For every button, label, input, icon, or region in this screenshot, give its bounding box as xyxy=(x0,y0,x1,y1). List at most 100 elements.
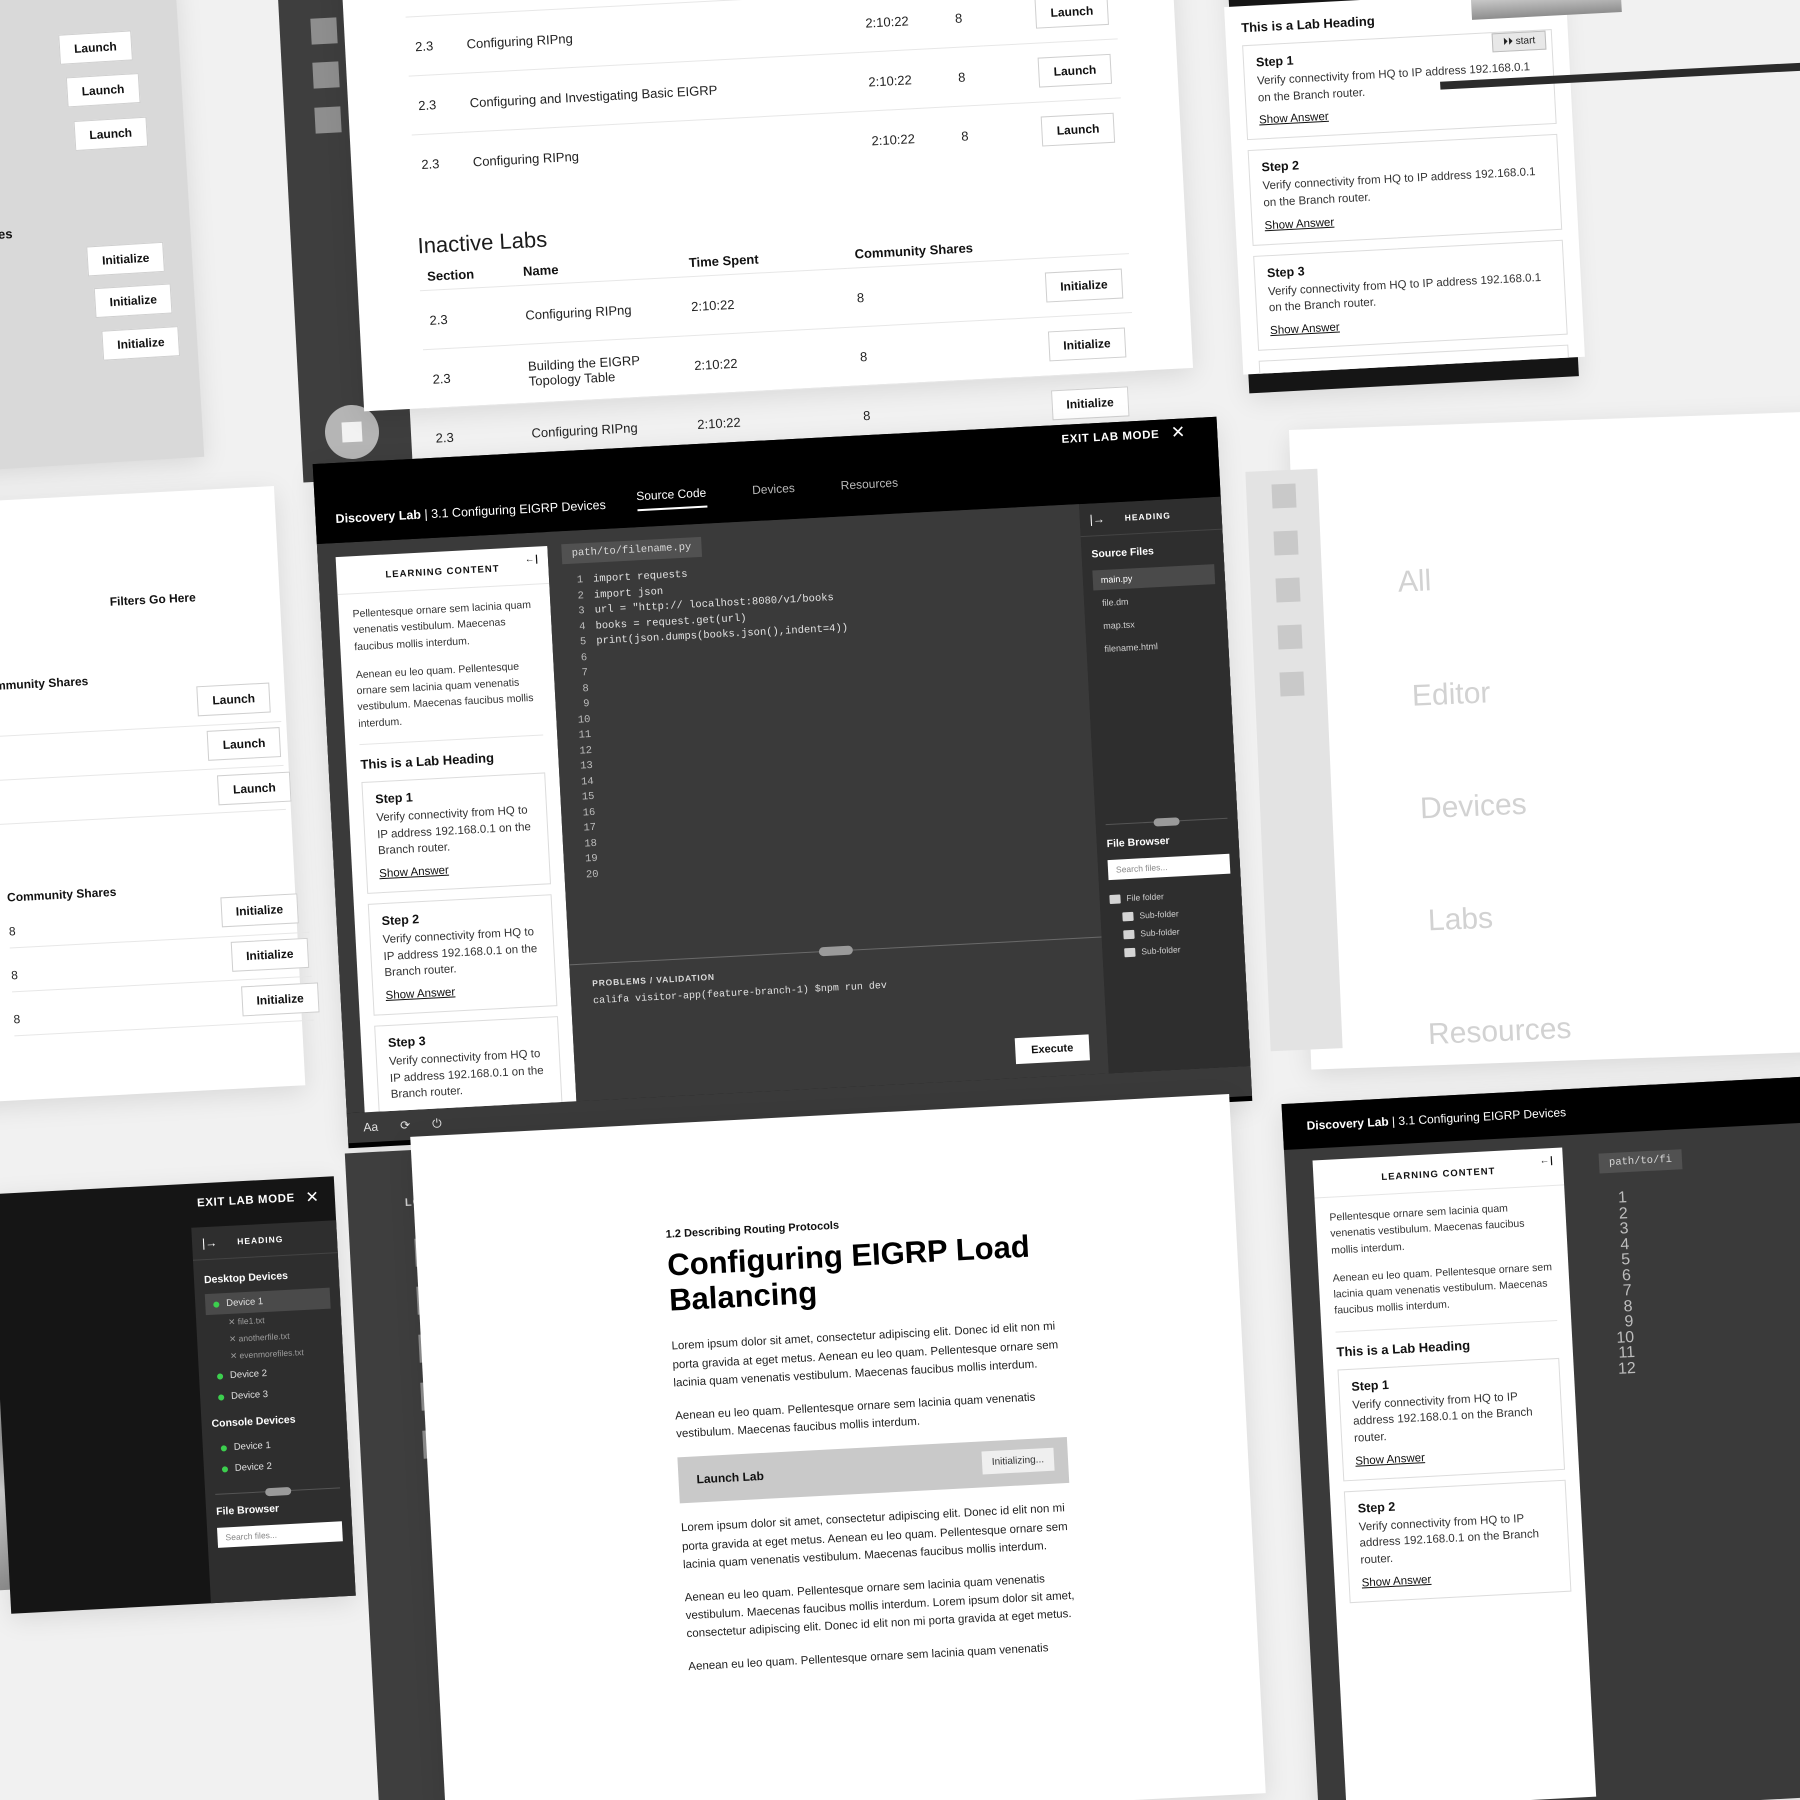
launch-button[interactable]: Launch xyxy=(1037,53,1113,88)
device-label: Device 1 xyxy=(233,1439,272,1453)
lab-step: Step 2 Verify connectivity from HQ to IP … xyxy=(1247,134,1563,246)
launch-button[interactable]: Launch xyxy=(1041,112,1116,147)
cell-section: 2.3 xyxy=(408,73,464,135)
collapse-panel-icon[interactable]: ←| xyxy=(525,553,540,565)
launch-button[interactable]: Launch xyxy=(65,73,141,108)
line-number: 12 xyxy=(579,744,593,758)
cell-shares: 8 xyxy=(948,45,987,107)
search-files-input[interactable]: Search files... xyxy=(1107,853,1231,881)
ide-title: Discovery Lab | 3.1 Configuring EIGRP De… xyxy=(335,498,606,526)
nav-filter-card xyxy=(1289,410,1800,1070)
splitter-grip-icon[interactable] xyxy=(818,945,853,957)
line-number: 5 xyxy=(579,636,587,649)
learning-content-title: LEARNING CONTENT xyxy=(385,563,500,581)
source-file-item[interactable]: map.tsx xyxy=(1095,610,1218,636)
line-number: 20 xyxy=(585,868,599,881)
launch-lab-box[interactable]: Initializing... Launch Lab xyxy=(677,1437,1070,1504)
source-file-item[interactable]: file.dm xyxy=(1094,587,1217,613)
show-answer-link[interactable]: Show Answer xyxy=(1355,1452,1425,1468)
initialize-button[interactable]: Initialize xyxy=(230,937,310,972)
launch-button[interactable]: Launch xyxy=(73,116,148,152)
cell-time: 2:10:22 xyxy=(684,327,854,395)
initialize-button[interactable]: Initialize xyxy=(86,241,166,277)
exit-lab-mode-button[interactable]: EXIT LAB MODE xyxy=(197,1192,295,1209)
lab-step-body: Verify connectivity from HQ to IP addres… xyxy=(382,926,538,980)
nav-item-editor[interactable]: Editor xyxy=(1411,676,1491,713)
ide-title-main: 3.1 Configuring EIGRP Devices xyxy=(430,497,607,522)
close-icon[interactable]: ✕ xyxy=(305,1187,319,1208)
show-answer-link[interactable]: Show Answer xyxy=(1270,322,1340,338)
folder-label: Sub-folder xyxy=(1141,944,1181,957)
nav-item-labs[interactable]: Labs xyxy=(1427,902,1493,939)
expand-panel-icon[interactable]: |→ xyxy=(202,1235,218,1250)
initialize-button[interactable]: Initialize xyxy=(1047,327,1127,362)
share-count: 8 xyxy=(13,1012,21,1027)
launch-button[interactable]: Launch xyxy=(1034,0,1109,29)
cell-section: 2.3 xyxy=(411,132,467,194)
code-area[interactable]: 1 2 3 4 5 6 7 8 9 10 11 12 13 14 15 16 17 18 19 20 import r… xyxy=(549,547,1097,884)
file-path-chip: path/to/fi xyxy=(1598,1149,1683,1174)
initialize-button[interactable]: Initialize xyxy=(1044,268,1124,303)
expand-panel-icon[interactable]: |→ xyxy=(1089,512,1105,527)
panel-splitter[interactable] xyxy=(215,1486,341,1497)
launch-button[interactable]: Launch xyxy=(217,771,292,806)
devices-panel-heading: HEADING xyxy=(236,1233,284,1247)
search-files-input[interactable]: Search files... xyxy=(217,1521,343,1548)
shares-card-partial: Shares Launch Launch Launch ity Shares I… xyxy=(0,0,205,483)
close-icon[interactable]: ✕ xyxy=(230,1351,238,1361)
source-file-item[interactable]: main.py xyxy=(1092,564,1216,591)
initialize-button[interactable]: Initialize xyxy=(101,326,181,361)
initialize-button[interactable]: Initialize xyxy=(220,893,299,928)
line-number: 3 xyxy=(578,605,586,618)
show-answer-link[interactable]: Show Answer xyxy=(385,986,455,1002)
power-icon[interactable]: ⏻ xyxy=(432,1116,442,1131)
show-answer-link[interactable]: Show Answer xyxy=(1259,111,1329,127)
folder-icon xyxy=(1109,893,1121,904)
show-answer-link[interactable]: Show Answer xyxy=(1264,216,1334,232)
nav-item-devices[interactable]: Devices xyxy=(1419,788,1527,827)
console-devices-title: Console Devices xyxy=(211,1413,296,1430)
device-label: Device 3 xyxy=(230,1389,269,1402)
cell-name: Configuring RIPng xyxy=(515,277,685,345)
close-icon[interactable]: ✕ xyxy=(229,1334,237,1344)
rail-square xyxy=(1275,577,1301,603)
splitter-grip-icon[interactable] xyxy=(1153,817,1180,827)
divider xyxy=(359,734,544,745)
start-button[interactable]: ⏵⏵ start xyxy=(1491,30,1547,53)
close-icon[interactable]: ✕ xyxy=(228,1317,236,1327)
refresh-icon[interactable]: ⟳ xyxy=(400,1118,411,1133)
ide-body: LEARNING CONTENT ←| Pellentesque ornare … xyxy=(316,496,1251,1114)
tab-resources[interactable]: Resources xyxy=(840,476,898,501)
launch-button[interactable]: Launch xyxy=(196,682,271,717)
execute-button[interactable]: Execute xyxy=(1014,1034,1090,1065)
community-shares-label: ity Shares xyxy=(0,226,13,245)
splitter-grip-icon[interactable] xyxy=(264,1486,291,1497)
line-number: 10 xyxy=(577,713,591,727)
nav-item-all[interactable]: All xyxy=(1397,564,1432,599)
cell-shares: 8 xyxy=(850,319,1010,387)
lab-step-body: Verify connectivity from HQ to IP addres… xyxy=(1352,1390,1533,1445)
initialize-button[interactable]: Initialize xyxy=(240,982,320,1017)
show-answer-link[interactable]: Show Answer xyxy=(379,864,449,880)
tab-source-code[interactable]: Source Code xyxy=(635,485,708,512)
close-icon[interactable]: ✕ xyxy=(1170,422,1185,442)
nav-item-resources[interactable]: Resources xyxy=(1427,1012,1572,1052)
status-dot-icon xyxy=(221,1465,229,1473)
tab-devices[interactable]: Devices xyxy=(752,481,796,505)
launch-button[interactable]: Launch xyxy=(58,30,133,65)
status-dot-icon xyxy=(220,1444,227,1452)
line-number: 7 xyxy=(581,667,589,680)
line-number: 18 xyxy=(584,837,598,850)
collapse-panel-icon[interactable]: ←| xyxy=(1539,1155,1554,1167)
show-answer-link[interactable]: Show Answer xyxy=(1361,1574,1431,1590)
line-number: 19 xyxy=(584,852,599,866)
launch-button[interactable]: Launch xyxy=(206,727,282,761)
code-lines[interactable]: import requests import json url = "http://… xyxy=(593,559,861,882)
lab-heading: This is a Lab Heading xyxy=(1336,1337,1471,1360)
font-size-icon[interactable]: Aa xyxy=(363,1120,378,1135)
initialize-button[interactable]: Initialize xyxy=(1050,386,1130,421)
initialize-button[interactable]: Initialize xyxy=(93,283,173,319)
source-file-item[interactable]: filename.html xyxy=(1096,633,1219,659)
line-number: 15 xyxy=(581,790,595,804)
exit-lab-mode-button[interactable]: EXIT LAB MODE xyxy=(1061,429,1159,446)
